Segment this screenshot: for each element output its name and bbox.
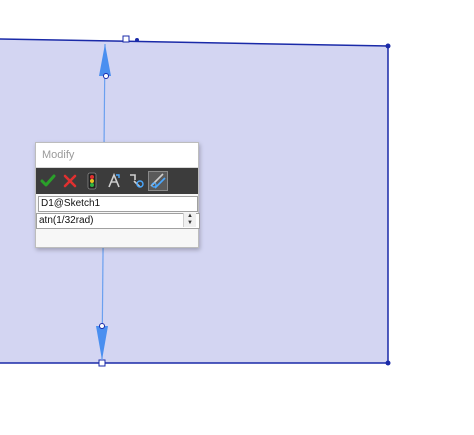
cancel-button[interactable] xyxy=(60,171,80,191)
smart-dimension-icon xyxy=(150,173,166,189)
sketch-endpoint[interactable] xyxy=(122,35,130,43)
value-spinner[interactable]: ▲ ▼ xyxy=(183,213,196,227)
dimension-value-input[interactable]: atn(1/32rad) xyxy=(36,213,200,229)
sketch-vertex[interactable] xyxy=(385,360,391,366)
close-icon xyxy=(63,174,77,188)
rebuild-icon xyxy=(87,172,97,190)
sketch-vertex[interactable] xyxy=(135,38,139,42)
smart-dimension-button[interactable] xyxy=(148,171,168,191)
spin-down-icon[interactable]: ▼ xyxy=(184,220,196,227)
dialog-title: Modify xyxy=(42,149,75,161)
sketch-vertex[interactable] xyxy=(385,43,391,49)
dimension-name-field[interactable]: D1@Sketch1 xyxy=(38,196,198,212)
spin-up-icon[interactable]: ▲ xyxy=(184,213,196,220)
dialog-toolbar xyxy=(36,168,198,194)
rebuild-button[interactable] xyxy=(82,171,102,191)
modify-dialog[interactable]: Modify D1@Sketch1 atn(1/32rad) ▲ ▼ xyxy=(35,142,200,248)
sketch-endpoint[interactable] xyxy=(98,359,106,367)
dimension-handle[interactable] xyxy=(99,323,105,329)
reverse-dimension-icon xyxy=(108,172,120,188)
mark-dimension-icon xyxy=(130,174,144,188)
reverse-dimension-button[interactable] xyxy=(104,171,124,191)
mark-dimension-button[interactable] xyxy=(126,171,146,191)
check-icon xyxy=(40,174,56,187)
ok-button[interactable] xyxy=(38,171,58,191)
dimension-handle[interactable] xyxy=(103,73,109,79)
dialog-title-bar[interactable]: Modify xyxy=(36,143,198,168)
